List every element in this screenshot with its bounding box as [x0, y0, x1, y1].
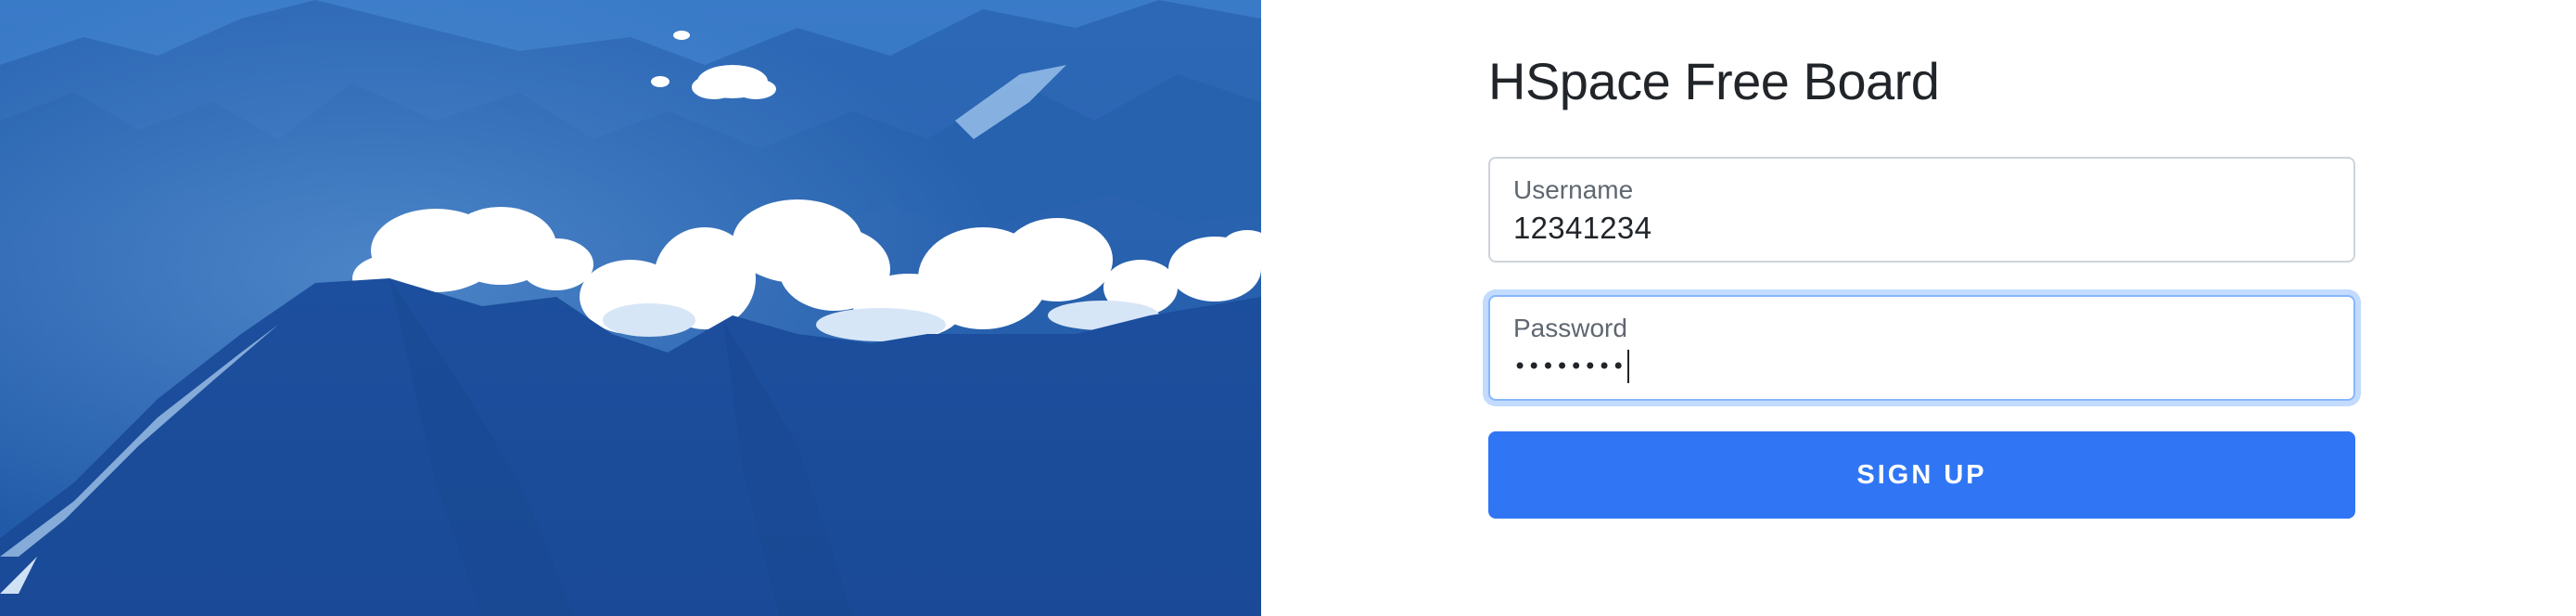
signup-panel: HSpace Free Board Username 12341234 Pass…	[1261, 0, 2576, 616]
text-caret	[1627, 350, 1630, 383]
mountain-clouds-image	[0, 0, 1261, 616]
username-field[interactable]: Username 12341234	[1488, 157, 2355, 263]
password-input[interactable]: ••••••••	[1513, 348, 1630, 385]
username-label: Username	[1513, 175, 1634, 204]
hero-image	[0, 0, 1261, 616]
username-input[interactable]: 12341234	[1513, 211, 1651, 246]
password-field[interactable]: Password ••••••••	[1488, 295, 2355, 401]
password-masked-value: ••••••••	[1513, 353, 1626, 379]
password-label: Password	[1513, 314, 1627, 342]
page-title: HSpace Free Board	[1488, 52, 1940, 110]
sign-up-button[interactable]: SIGN UP	[1488, 431, 2355, 519]
